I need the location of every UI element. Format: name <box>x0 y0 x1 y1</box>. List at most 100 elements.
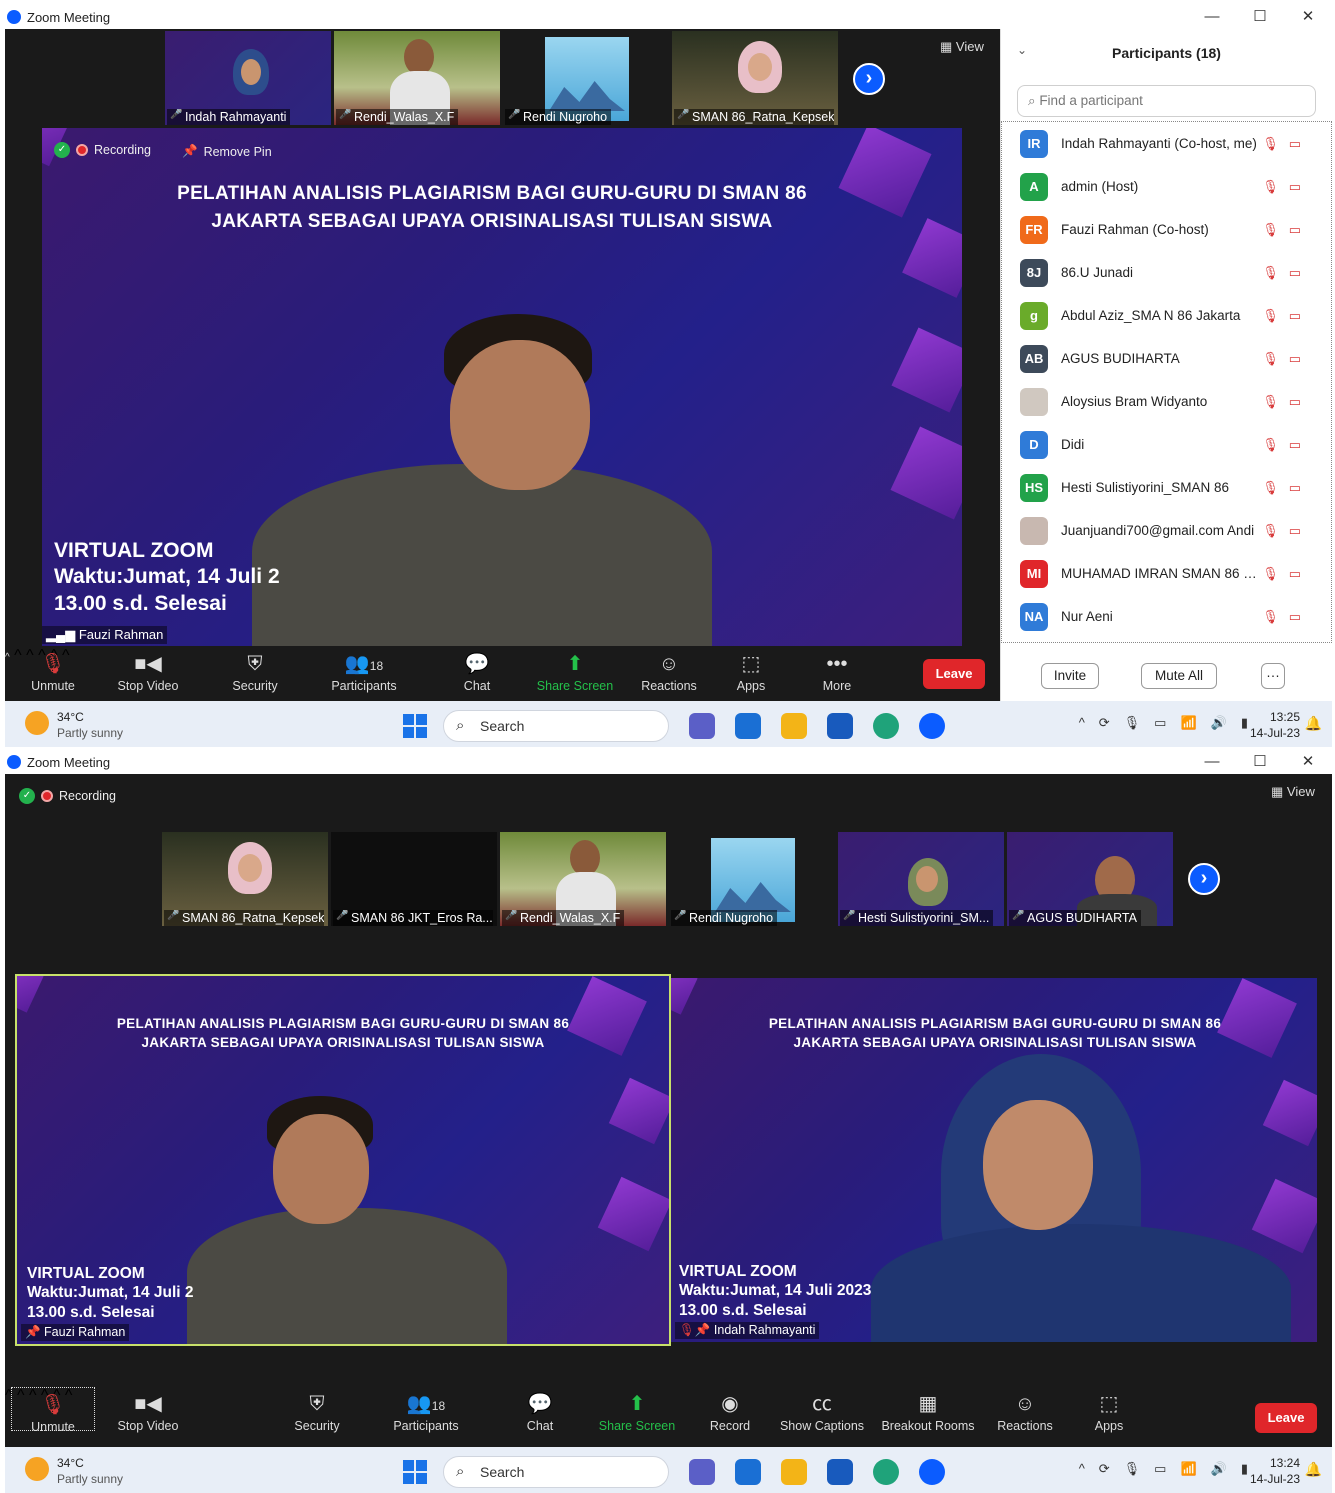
zoom-app-icon[interactable] <box>919 1459 945 1485</box>
participant-row[interactable]: 8J 86.U Junadi 🎙▭ <box>1002 251 1331 294</box>
participant-row[interactable]: Aloysius Bram Widyanto 🎙▭ <box>1002 380 1331 423</box>
remove-pin-button[interactable]: 📌 Remove Pin <box>182 144 272 159</box>
find-participant-input[interactable]: ⌕ Find a participant <box>1017 85 1316 117</box>
unmute-button[interactable]: 🎙 Unmute <box>11 1387 95 1434</box>
close-button[interactable]: ✕ <box>1284 5 1332 29</box>
clock[interactable]: 13:25 14-Jul-23 <box>1250 709 1300 741</box>
windows-start-icon[interactable] <box>403 714 427 738</box>
share-screen-button[interactable]: ⬆ Share Screen <box>597 1387 677 1433</box>
participants-icon: 👥18 <box>406 1393 446 1415</box>
video-thumbnail[interactable]: SMAN 86_Ratna_Kepsek <box>162 832 328 926</box>
breakout-rooms-button[interactable]: ▦ Breakout Rooms <box>879 1387 977 1433</box>
video-thumbnail[interactable]: SMAN 86 JKT_Eros Ra... <box>331 832 497 926</box>
video-thumbnail[interactable]: AGUS BUDIHARTA <box>1007 832 1173 926</box>
participant-row[interactable]: FR Fauzi Rahman (Co-host) 🎙▭ <box>1002 208 1331 251</box>
participant-row[interactable]: g Abdul Aziz_SMA N 86 Jakarta 🎙▭ <box>1002 294 1331 337</box>
close-button[interactable]: ✕ <box>1284 750 1332 774</box>
stop-video-button[interactable]: ■◀ Stop Video <box>113 647 183 693</box>
reactions-button[interactable]: ☺ Reactions <box>639 647 699 693</box>
maximize-button[interactable]: ☐ <box>1236 5 1284 29</box>
video-thumbnail[interactable]: Indah Rahmayanti <box>165 31 331 125</box>
participant-row[interactable]: Juanjuandi700@gmail.com Andi 🎙▭ <box>1002 509 1331 552</box>
apps-button[interactable]: ⬚ Apps <box>1089 1387 1129 1433</box>
chat-button[interactable]: 💬 Chat <box>457 647 497 693</box>
pin-icon: 📌 <box>182 144 198 158</box>
video-thumbnail[interactable]: Rendi_Walas_X.F <box>334 31 500 125</box>
share-screen-button[interactable]: ⬆ Share Screen <box>535 647 615 693</box>
video-options-caret-icon[interactable]: ^ <box>14 647 22 664</box>
video-tile-right[interactable]: PELATIHAN ANALISIS PLAGIARISM BAGI GURU-… <box>671 978 1317 1342</box>
participant-list[interactable]: IR Indah Rahmayanti (Co-host, me) 🎙▭ Aadmin… <box>1001 121 1332 643</box>
video-thumbnail[interactable]: Rendi Nugroho <box>503 31 669 125</box>
word-icon[interactable] <box>827 713 853 739</box>
notification-icon[interactable]: 🔔 <box>1305 715 1322 732</box>
audio-options-caret-icon[interactable]: ^ <box>5 652 10 663</box>
leave-button[interactable]: Leave <box>923 659 985 689</box>
pin-icon: 📌 <box>25 1325 45 1339</box>
leave-button[interactable]: Leave <box>1255 1403 1317 1433</box>
mail-icon[interactable] <box>735 1459 761 1485</box>
minimize-button[interactable]: — <box>1188 5 1236 29</box>
participant-row[interactable]: MI MUHAMAD IMRAN SMAN 86 J... 🎙▭ <box>1002 552 1331 595</box>
next-page-arrow-icon[interactable]: › <box>1188 863 1220 895</box>
invite-button[interactable]: Invite <box>1041 663 1099 689</box>
zoom-app-icon[interactable] <box>919 713 945 739</box>
participant-row[interactable]: Aadmin (Host) 🎙▭ <box>1002 165 1331 208</box>
security-button[interactable]: ⛨ Security <box>225 647 285 693</box>
reactions-button[interactable]: ☺ Reactions <box>995 1387 1055 1433</box>
file-explorer-icon[interactable] <box>781 713 807 739</box>
video-tile-left[interactable]: PELATIHAN ANALISIS PLAGIARISM BAGI GURU-… <box>17 976 669 1344</box>
video-thumbnail[interactable]: Rendi_Walas_X.F <box>500 832 666 926</box>
view-grid-icon: ▦ <box>1271 784 1287 799</box>
mute-all-button[interactable]: Mute All <box>1141 663 1217 689</box>
chat-bubble-icon: 💬 <box>527 1393 553 1415</box>
word-icon[interactable] <box>827 1459 853 1485</box>
chat-button[interactable]: 💬 Chat <box>520 1387 560 1433</box>
speaker-video <box>252 314 732 646</box>
notification-icon[interactable]: 🔔 <box>1305 1461 1322 1478</box>
video-thumbnail[interactable]: SMAN 86_Ratna_Kepsek <box>672 31 838 125</box>
teams-icon[interactable] <box>689 1459 715 1485</box>
participants-button[interactable]: 👥18 Participants <box>327 647 401 693</box>
weather-widget[interactable]: 34°C Partly sunny <box>25 709 123 741</box>
minimize-button[interactable]: — <box>1188 750 1236 774</box>
participant-row[interactable]: AB AGUS BUDIHARTA 🎙▭ <box>1002 337 1331 380</box>
more-options-button[interactable]: ··· <box>1261 663 1285 689</box>
stop-video-button[interactable]: ■◀ Stop Video <box>113 1387 183 1433</box>
maximize-button[interactable]: ☐ <box>1236 750 1284 774</box>
more-button[interactable]: ••• More <box>813 647 861 693</box>
weather-widget[interactable]: 34°C Partly sunny <box>25 1455 123 1487</box>
clock[interactable]: 13:24 14-Jul-23 <box>1250 1455 1300 1487</box>
apps-button[interactable]: ⬚ Apps <box>731 647 771 693</box>
next-page-arrow-icon[interactable]: › <box>853 63 885 95</box>
record-button[interactable]: ◉ Record <box>703 1387 757 1433</box>
video-thumbnail[interactable]: Rendi Nugroho <box>669 832 835 926</box>
smiley-icon: ☺ <box>658 653 680 675</box>
file-explorer-icon[interactable] <box>781 1459 807 1485</box>
teams-icon[interactable] <box>689 713 715 739</box>
thumbnail-name: Rendi Nugroho <box>671 910 778 926</box>
participant-row[interactable]: HS Hesti Sulistiyorini_SMAN 86 🎙▭ <box>1002 466 1331 509</box>
participant-row[interactable]: IR Indah Rahmayanti (Co-host, me) 🎙▭ <box>1002 122 1331 165</box>
show-captions-button[interactable]: ㏄ Show Captions <box>777 1387 867 1433</box>
recording-indicator[interactable]: ✓ Recording <box>54 142 151 158</box>
taskbar-search-input[interactable]: ⌕ Search <box>443 1456 669 1488</box>
unmute-button[interactable]: 🎙 Unmute <box>25 647 81 693</box>
mail-icon[interactable] <box>735 713 761 739</box>
mic-muted-icon: 🎙 <box>40 653 66 675</box>
view-button[interactable]: ▦ View <box>940 39 984 55</box>
system-tray[interactable]: ^⟳🎙▭📶🔊▮ <box>1079 715 1262 731</box>
taskbar-search-input[interactable]: ⌕ Search <box>443 710 669 742</box>
windows-start-icon[interactable] <box>403 1460 427 1484</box>
security-button[interactable]: ⛨ Security <box>287 1387 347 1433</box>
speaker-video <box>187 1096 517 1344</box>
video-thumbnail[interactable]: Hesti Sulistiyorini_SM... <box>838 832 1004 926</box>
participants-button[interactable]: 👥18 Participants <box>389 1387 463 1433</box>
participant-row[interactable]: NA Nur Aeni 🎙▭ <box>1002 595 1331 638</box>
edge-icon[interactable] <box>873 1459 899 1485</box>
participant-row[interactable]: D Didi 🎙▭ <box>1002 423 1331 466</box>
recording-indicator[interactable]: ✓ Recording <box>19 788 116 804</box>
edge-icon[interactable] <box>873 713 899 739</box>
system-tray[interactable]: ^⟳🎙▭📶🔊▮ <box>1079 1461 1262 1477</box>
view-button[interactable]: ▦ View <box>1271 784 1315 800</box>
